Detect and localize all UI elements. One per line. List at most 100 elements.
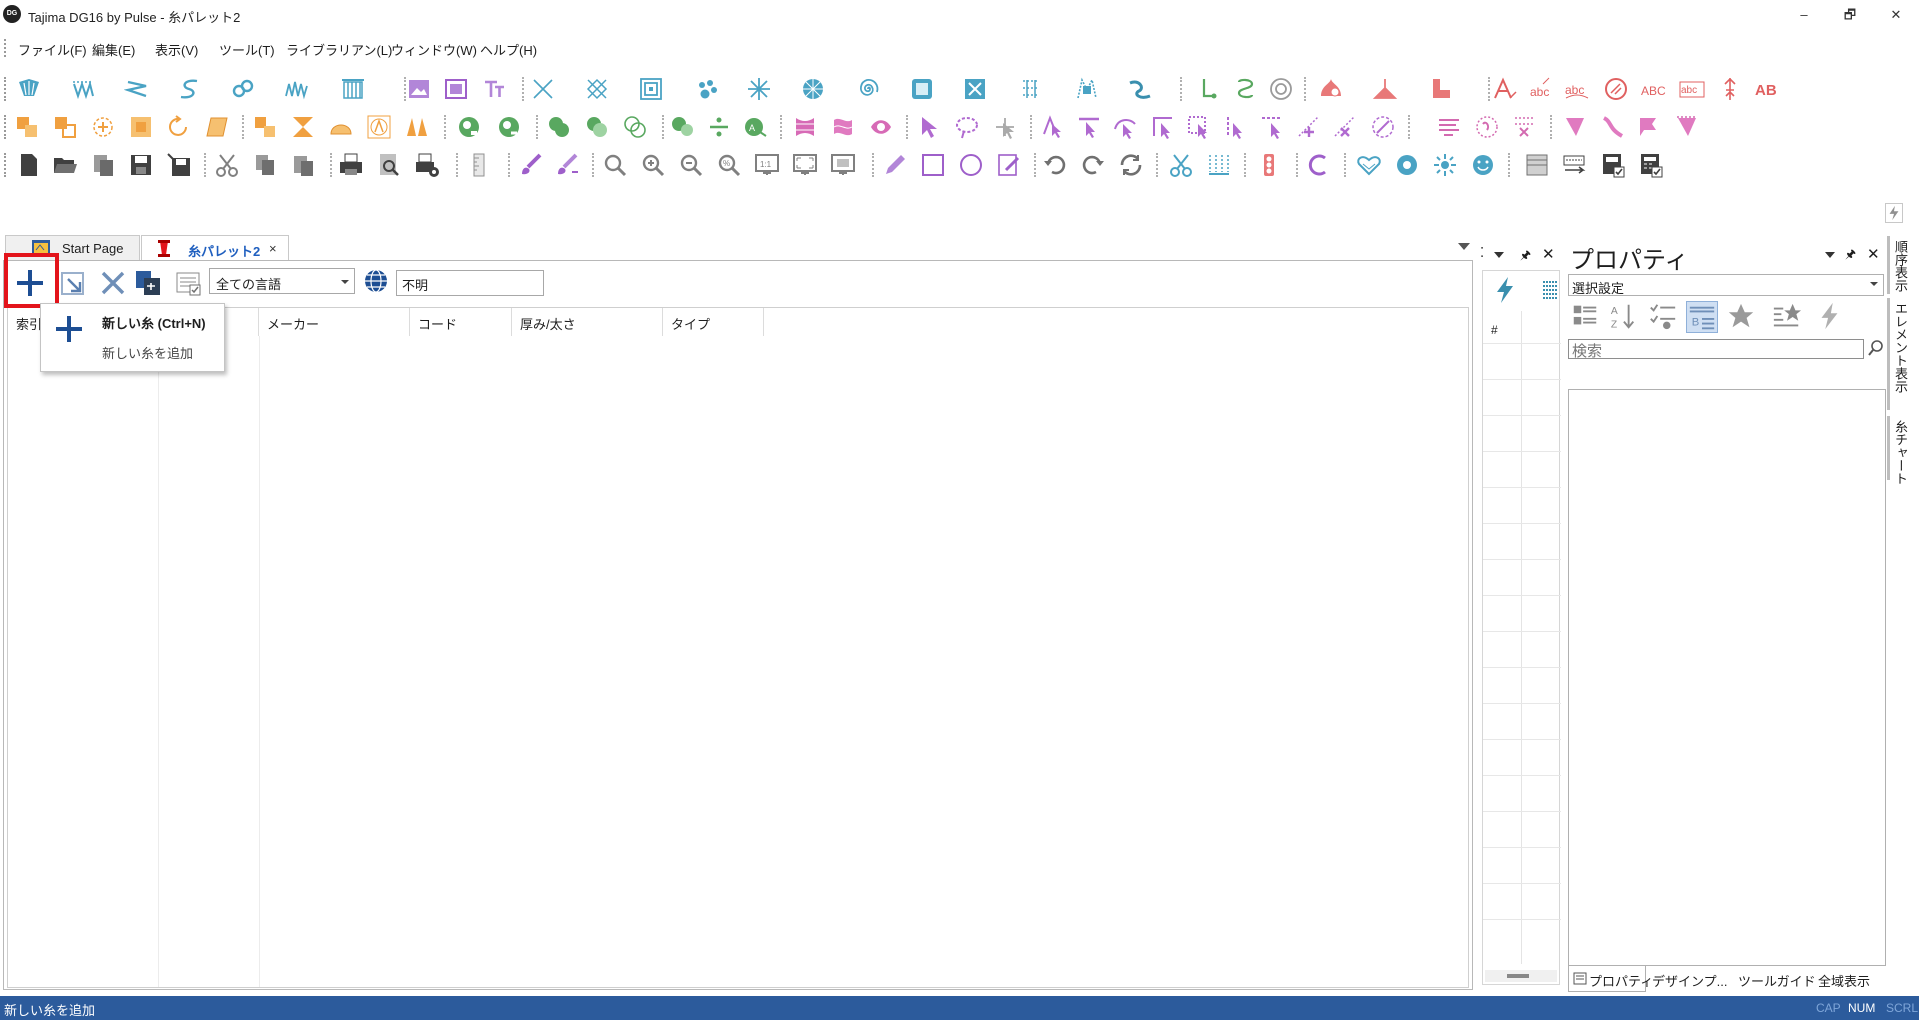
text-vertical-icon[interactable] [1717,76,1743,102]
palette-properties-button[interactable] [174,269,204,299]
menu-tools[interactable]: ツール(T) [219,40,275,59]
eye-shape-icon[interactable] [868,114,894,140]
color-brush-alt-icon[interactable] [554,152,580,178]
side-tab-thread-chart[interactable]: 糸チャート [1891,420,1910,485]
image-icon[interactable] [406,76,432,102]
fill-tool-icon[interactable] [16,76,42,102]
pattern-icon[interactable] [1474,114,1500,140]
menu-file[interactable]: ファイル(F) [18,40,87,59]
language-select[interactable]: 全ての言語 [209,268,355,294]
pane-dropdown-icon[interactable] [1494,252,1504,258]
pen-brush-icon[interactable] [1562,114,1588,140]
sparkle-icon[interactable] [1432,152,1458,178]
heart-icon[interactable] [1356,152,1382,178]
applique-icon[interactable] [962,76,988,102]
dotted-select-icon[interactable] [1186,114,1212,140]
categorized-button[interactable] [1570,301,1602,333]
smiley-icon[interactable] [1470,152,1496,178]
pin-icon[interactable]: 🖈 [1845,245,1856,266]
hook-icon[interactable] [1232,76,1258,102]
tab-overview[interactable]: 全域表示 [1814,966,1886,992]
new-file-icon[interactable] [16,152,42,178]
copy-palette-button[interactable] [134,268,164,298]
import-thread-button[interactable] [58,268,88,298]
select-arrow-icon[interactable] [916,114,942,140]
fit-to-screen-icon[interactable] [792,152,818,178]
reshape-icon[interactable] [1076,114,1102,140]
radial-fill-icon[interactable] [800,76,826,102]
stitch-select-icon[interactable] [1222,114,1248,140]
tab-close-button[interactable]: × [269,241,277,256]
monogram-icon[interactable] [1428,76,1454,102]
paw-motif-icon[interactable] [694,76,720,102]
distort-icon[interactable] [830,114,856,140]
concentric-fill-icon[interactable] [638,76,664,102]
zoom-percent-icon[interactable]: % [716,152,742,178]
rotate-add-icon[interactable] [90,114,116,140]
node-edit-icon[interactable] [1040,114,1066,140]
side-tab-element-view[interactable]: エレメント表示 [1891,302,1910,393]
auto-digitize-icon[interactable]: A [742,114,768,140]
wave-brush-icon[interactable] [1600,114,1626,140]
table-row[interactable] [1483,667,1561,668]
zigzag-icon[interactable] [284,76,310,102]
sequence-select-icon[interactable] [1260,114,1286,140]
print-settings-icon[interactable] [414,152,440,178]
open-folder-icon[interactable] [52,152,78,178]
zoom-icon[interactable] [602,152,628,178]
zoom-in-icon[interactable] [640,152,666,178]
ruler-icon[interactable] [466,152,492,178]
table-row[interactable] [1483,379,1561,380]
stitch-sim-icon[interactable] [1206,152,1232,178]
skew-icon[interactable] [204,114,230,140]
events-button[interactable] [1814,301,1846,333]
pane-dropdown-icon[interactable] [1825,252,1835,258]
menu-librarian[interactable]: ライブラリアン(L) [286,40,392,59]
rotate-icon[interactable] [166,114,192,140]
undo-icon[interactable] [1042,152,1068,178]
rectangle-icon[interactable] [920,152,946,178]
photo-stitch-icon[interactable] [443,76,469,102]
text-abc-caps-icon[interactable]: ABC [1641,76,1667,102]
table-row[interactable] [1483,739,1561,740]
add-point-icon[interactable] [456,114,482,140]
ungroup-icon[interactable] [52,114,78,140]
machine-icon[interactable] [1524,152,1550,178]
donut-icon[interactable] [1394,152,1420,178]
motif-fill-icon[interactable] [1018,76,1044,102]
color-brush-icon[interactable] [518,152,544,178]
warp-icon[interactable] [792,114,818,140]
point-select-icon[interactable] [992,114,1018,140]
sort-az-button[interactable]: AZ [1608,301,1640,333]
tab-tool-guide[interactable]: ツールガイド [1734,966,1816,992]
run-stitch-icon[interactable] [123,76,150,102]
toolbar-grip[interactable] [4,115,6,139]
table-row[interactable] [1483,343,1561,344]
copy-icon[interactable] [252,152,278,178]
more-menu-icon[interactable]: ⁚ [1480,245,1484,261]
print-preview-icon[interactable] [376,152,402,178]
lettering-shape-icon[interactable] [1372,76,1398,102]
divide-icon[interactable] [706,114,732,140]
curve-run-icon[interactable] [176,76,202,102]
align-icon[interactable] [252,114,278,140]
menu-grip[interactable] [4,39,6,57]
region-field[interactable]: 不明 [396,270,544,296]
shape-fill-icon[interactable] [1318,76,1344,102]
delete-thread-button[interactable] [98,268,128,298]
cross-fill-icon[interactable] [584,76,610,102]
sequin-run-icon[interactable] [1127,76,1153,102]
text-abc-curve-icon[interactable]: abc [1529,76,1555,102]
text-abc-arc-icon[interactable]: abc [1564,76,1590,102]
text-ab-icon[interactable]: AB [1755,76,1781,102]
close-button[interactable]: ✕ [1873,0,1919,30]
star-burst-icon[interactable] [746,76,772,102]
text-tool-icon[interactable] [481,76,507,102]
table-row[interactable] [1483,523,1561,524]
calculator-icon[interactable] [1638,152,1664,178]
side-tab-sequence-view[interactable]: 順序表示 [1891,240,1910,292]
properties-object-select[interactable]: 選択設定 [1568,274,1884,296]
resize-icon[interactable] [128,114,154,140]
subtract-icon[interactable] [584,114,610,140]
import-icon[interactable] [90,152,116,178]
